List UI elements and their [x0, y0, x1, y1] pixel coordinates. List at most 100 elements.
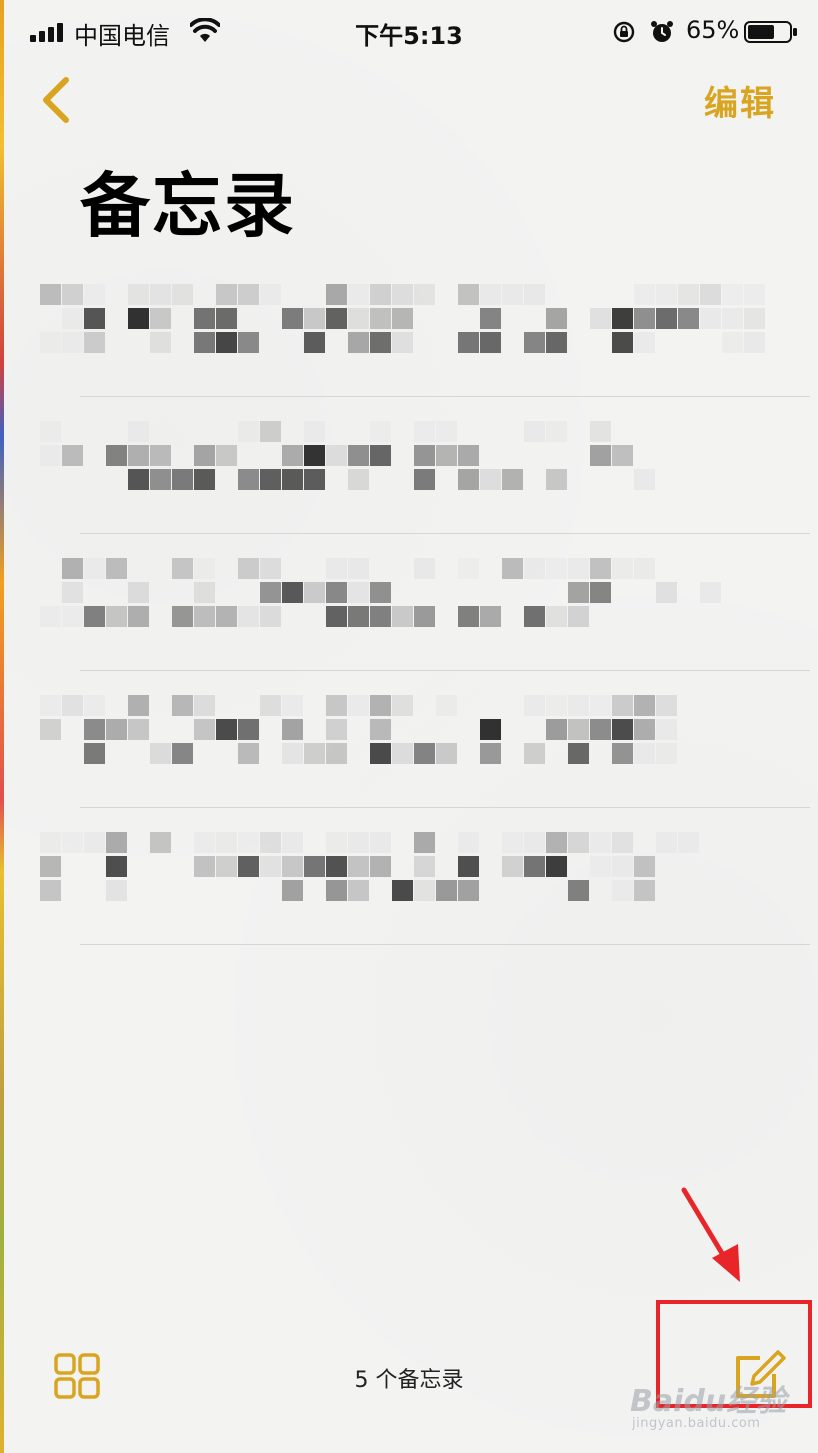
pixelated-text-block — [590, 308, 611, 329]
pixelated-text-block — [634, 695, 655, 716]
pixelated-text-block — [414, 880, 435, 901]
pixelated-text-block — [634, 719, 655, 740]
pixelated-text-block — [84, 606, 105, 627]
edit-button[interactable]: 编辑 — [704, 76, 776, 125]
page-title: 备忘录 — [80, 165, 296, 247]
pixelated-text-block — [172, 743, 193, 764]
pixelated-text-block — [304, 469, 325, 490]
pixelated-text-block — [106, 832, 127, 853]
pixelated-text-block — [62, 284, 83, 305]
pixelated-text-block — [502, 469, 523, 490]
pixelated-text-block — [84, 832, 105, 853]
pixelated-text-block — [370, 582, 391, 603]
pixelated-text-block — [326, 743, 347, 764]
pixelated-text-block — [260, 606, 281, 627]
pixelated-text-block — [282, 308, 303, 329]
pixelated-text-block — [348, 695, 369, 716]
pixelated-text-block — [480, 332, 501, 353]
pixelated-text-block — [634, 743, 655, 764]
pixelated-text-block — [282, 743, 303, 764]
pixelated-text-block — [480, 284, 501, 305]
pixelated-text-block — [216, 284, 237, 305]
pixelated-text-block — [348, 284, 369, 305]
pixelated-text-block — [216, 856, 237, 877]
pixelated-text-block — [150, 832, 171, 853]
pixelated-text-block — [480, 606, 501, 627]
pixelated-text-block — [128, 695, 149, 716]
pixelated-text-block — [194, 695, 215, 716]
pixelated-text-block — [40, 719, 61, 740]
pixelated-text-block — [458, 445, 479, 466]
pixelated-text-block — [392, 308, 413, 329]
pixelated-text-block — [260, 558, 281, 579]
pixelated-text-block — [106, 445, 127, 466]
pixelated-text-block — [238, 743, 259, 764]
pixelated-text-block — [282, 719, 303, 740]
pixelated-text-block — [370, 284, 391, 305]
pixelated-text-block — [128, 421, 149, 442]
pixelated-text-block — [568, 832, 589, 853]
pixelated-text-block — [656, 284, 677, 305]
pixelated-text-block — [370, 832, 391, 853]
pixelated-text-block — [238, 284, 259, 305]
pixelated-text-block — [40, 606, 61, 627]
pixelated-text-block — [216, 332, 237, 353]
pixelated-text-block — [238, 421, 259, 442]
pixelated-text-block — [502, 558, 523, 579]
list-item[interactable] — [0, 397, 818, 534]
pixelated-text-block — [62, 695, 83, 716]
pixelated-text-block — [634, 332, 655, 353]
pixelated-text-block — [546, 332, 567, 353]
pixelated-text-block — [40, 880, 61, 901]
pixelated-text-block — [238, 606, 259, 627]
pixelated-text-block — [238, 558, 259, 579]
list-item[interactable] — [0, 808, 818, 945]
pixelated-text-block — [392, 606, 413, 627]
pixelated-text-block — [326, 856, 347, 877]
pixelated-text-block — [194, 308, 215, 329]
pixelated-text-block — [62, 558, 83, 579]
pixelated-text-block — [282, 469, 303, 490]
pixelated-text-block — [436, 743, 457, 764]
pixelated-text-block — [678, 284, 699, 305]
pixelated-text-block — [106, 880, 127, 901]
pixelated-text-block — [414, 856, 435, 877]
pixelated-text-block — [524, 832, 545, 853]
pixelated-text-block — [700, 308, 721, 329]
pixelated-text-block — [326, 832, 347, 853]
pixelated-text-block — [370, 743, 391, 764]
pixelated-text-block — [502, 856, 523, 877]
pixelated-text-block — [436, 445, 457, 466]
pixelated-text-block — [656, 582, 677, 603]
pixelated-text-block — [348, 445, 369, 466]
pixelated-text-block — [326, 308, 347, 329]
pixelated-text-block — [546, 469, 567, 490]
list-item[interactable] — [0, 260, 818, 397]
pixelated-text-block — [194, 332, 215, 353]
back-button[interactable] — [36, 72, 76, 128]
list-item[interactable] — [0, 534, 818, 671]
pixelated-text-block — [62, 332, 83, 353]
pixelated-text-block — [678, 832, 699, 853]
pixelated-text-block — [194, 719, 215, 740]
list-item[interactable] — [0, 671, 818, 808]
pixelated-text-block — [436, 421, 457, 442]
pixelated-text-block — [260, 856, 281, 877]
pixelated-text-block — [524, 421, 545, 442]
pixelated-text-block — [590, 695, 611, 716]
pixelated-text-block — [414, 558, 435, 579]
pixelated-text-block — [172, 695, 193, 716]
pixelated-text-block — [370, 695, 391, 716]
pixelated-text-block — [524, 558, 545, 579]
pixelated-text-block — [634, 856, 655, 877]
pixelated-text-block — [260, 695, 281, 716]
pixelated-text-block — [128, 469, 149, 490]
pixelated-text-block — [546, 856, 567, 877]
pixelated-text-block — [40, 284, 61, 305]
pixelated-text-block — [370, 856, 391, 877]
pixelated-text-block — [524, 695, 545, 716]
pixelated-text-block — [150, 743, 171, 764]
pixelated-text-block — [194, 856, 215, 877]
pixelated-text-block — [128, 719, 149, 740]
pixelated-text-block — [370, 308, 391, 329]
